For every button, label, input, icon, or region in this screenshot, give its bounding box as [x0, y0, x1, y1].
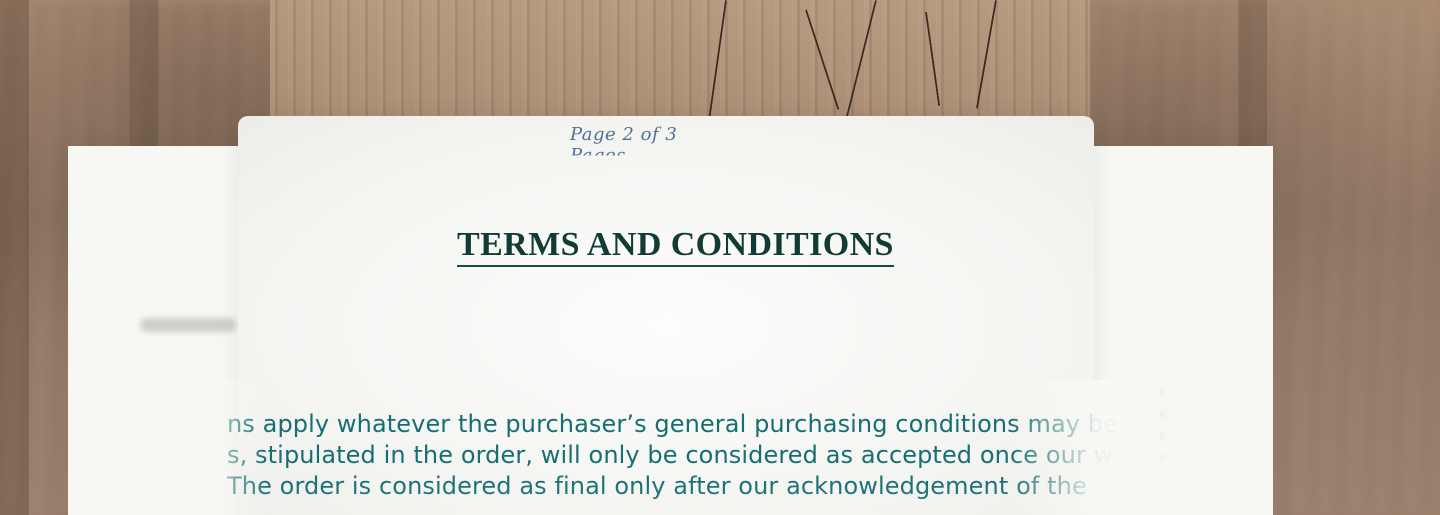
blurred-left-text — [140, 318, 236, 332]
document-photo-scene: Page 2 of 3 Pages TERMS AND CONDITIONS n… — [0, 0, 1440, 515]
body-text-line: s, stipulated in the order, will only be… — [227, 441, 1114, 469]
wood-focus-area — [270, 0, 1090, 125]
body-text-line: The order is considered as final only af… — [227, 472, 1087, 500]
body-text-line: ns apply whatever the purchaser’s genera… — [227, 410, 1126, 438]
page-title: TERMS AND CONDITIONS — [457, 226, 894, 267]
